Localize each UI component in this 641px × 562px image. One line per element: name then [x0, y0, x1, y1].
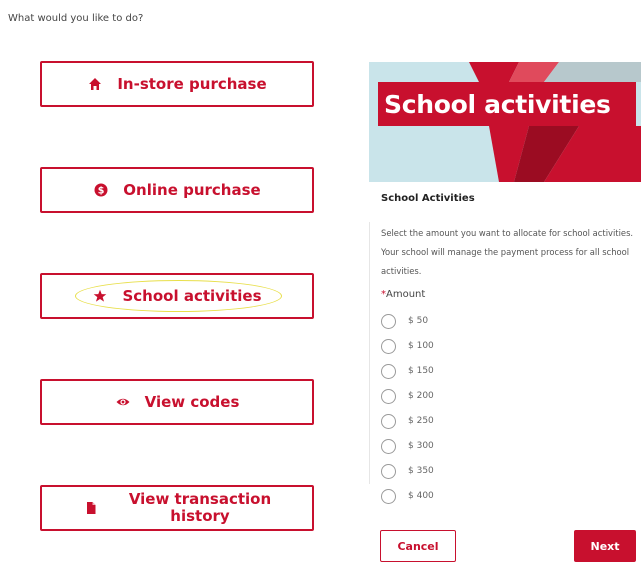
amount-option-350[interactable]: $ 350 — [381, 462, 434, 480]
amount-option-100[interactable]: $ 100 — [381, 337, 434, 355]
radio-button[interactable] — [381, 313, 396, 329]
radio-button[interactable] — [381, 413, 396, 429]
amount-option-label: $ 200 — [408, 391, 434, 401]
view-codes-button[interactable]: View codes — [40, 379, 314, 425]
amount-option-label: $ 50 — [408, 316, 429, 326]
amount-option-label: $ 300 — [408, 441, 434, 451]
amount-label: *Amount — [381, 289, 425, 300]
amount-option-50[interactable]: $ 50 — [381, 312, 428, 330]
home-icon — [87, 76, 103, 92]
in-store-purchase-label: In-store purchase — [117, 75, 267, 93]
school-activities-button[interactable]: School activities — [40, 273, 314, 319]
panel-divider — [369, 222, 370, 484]
in-store-purchase-button[interactable]: In-store purchase — [40, 61, 314, 107]
amount-option-label: $ 150 — [408, 366, 434, 376]
radio-button[interactable] — [381, 363, 396, 379]
amount-option-label: $ 100 — [408, 341, 434, 351]
radio-button[interactable] — [381, 463, 396, 479]
amount-option-400[interactable]: $ 400 — [381, 487, 434, 505]
document-icon — [83, 500, 99, 516]
eye-icon — [115, 394, 131, 410]
cancel-button[interactable]: Cancel — [380, 530, 456, 562]
amount-option-250[interactable]: $ 250 — [381, 412, 434, 430]
view-codes-label: View codes — [144, 393, 240, 411]
amount-option-300[interactable]: $ 300 — [381, 437, 434, 455]
next-button[interactable]: Next — [574, 530, 636, 562]
radio-button[interactable] — [381, 488, 396, 504]
amount-option-200[interactable]: $ 200 — [381, 387, 434, 405]
view-transaction-history-line2: history — [170, 507, 230, 525]
amount-label-text: Amount — [386, 289, 426, 300]
view-transaction-history-button[interactable]: View transaction history — [40, 485, 314, 531]
school-activities-label: School activities — [122, 287, 262, 305]
radio-button[interactable] — [381, 338, 396, 354]
online-purchase-label: Online purchase — [123, 181, 261, 199]
radio-button[interactable] — [381, 388, 396, 404]
online-purchase-button[interactable]: $ Online purchase — [40, 167, 314, 213]
amount-option-150[interactable]: $ 150 — [381, 362, 434, 380]
dollar-icon: $ — [93, 182, 109, 198]
page-question: What would you like to do? — [8, 13, 144, 24]
svg-text:$: $ — [98, 185, 105, 196]
amount-option-label: $ 400 — [408, 491, 434, 501]
radio-button[interactable] — [381, 438, 396, 454]
view-transaction-history-line1: View transaction — [128, 490, 272, 508]
star-icon — [92, 288, 108, 304]
amount-option-label: $ 250 — [408, 416, 434, 426]
view-transaction-history-label: View transaction history — [129, 491, 271, 525]
banner-title: School activities — [378, 82, 636, 126]
section-description: Select the amount you want to allocate f… — [381, 228, 634, 276]
section-title: School Activities — [381, 193, 475, 204]
amount-option-label: $ 350 — [408, 466, 434, 476]
